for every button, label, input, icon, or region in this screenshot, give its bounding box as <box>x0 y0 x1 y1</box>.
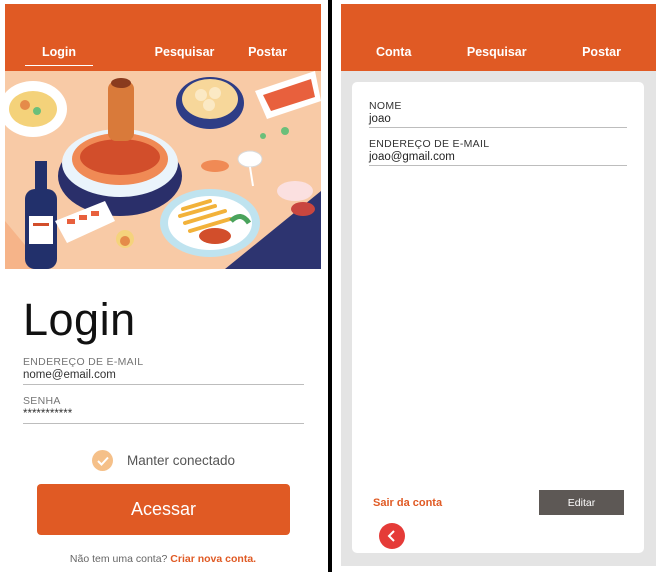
top-navigation: Conta Pesquisar Postar <box>341 4 656 71</box>
chevron-left-icon <box>387 530 395 542</box>
screen-divider <box>328 0 332 572</box>
email-field[interactable]: ENDEREÇO DE E-MAIL nome@email.com <box>23 356 304 385</box>
tab-post[interactable]: Postar <box>582 45 621 59</box>
create-account-link[interactable]: Criar nova conta. <box>170 553 256 565</box>
login-screen: Login Pesquisar Postar Login ENDEREÇO DE… <box>5 4 321 570</box>
tab-login[interactable]: Login <box>25 45 93 66</box>
tab-account[interactable]: Conta <box>376 45 411 59</box>
email-input[interactable]: nome@email.com <box>23 369 304 384</box>
password-input[interactable]: *********** <box>23 408 304 423</box>
remember-label: Manter conectado <box>127 453 236 468</box>
password-label: SENHA <box>23 395 61 407</box>
account-card: NOME joao ENDEREÇO DE E-MAIL joao@gmail.… <box>352 82 644 553</box>
email-input[interactable]: joao@gmail.com <box>369 151 627 165</box>
tab-post[interactable]: Postar <box>248 45 287 59</box>
signup-prompt: Não tem uma conta? Criar nova conta. <box>5 553 321 565</box>
check-icon[interactable] <box>92 450 113 471</box>
password-field[interactable]: SENHA *********** <box>23 395 304 424</box>
login-button[interactable]: Acessar <box>37 484 290 535</box>
name-label: NOME <box>369 100 402 112</box>
top-navigation: Login Pesquisar Postar <box>5 4 321 71</box>
edit-button[interactable]: Editar <box>539 490 624 515</box>
tab-search[interactable]: Pesquisar <box>155 45 215 59</box>
signup-text: Não tem uma conta? <box>69 553 168 565</box>
email-label: ENDEREÇO DE E-MAIL <box>369 138 490 150</box>
name-field[interactable]: NOME joao <box>369 100 627 128</box>
email-label: ENDEREÇO DE E-MAIL <box>23 356 144 368</box>
remember-me[interactable]: Manter conectado <box>92 450 235 471</box>
logout-link[interactable]: Sair da conta <box>373 497 442 509</box>
account-screen: Conta Pesquisar Postar NOME joao ENDEREÇ… <box>341 4 656 566</box>
email-field[interactable]: ENDEREÇO DE E-MAIL joao@gmail.com <box>369 138 627 166</box>
food-illustration <box>5 71 321 269</box>
name-input[interactable]: joao <box>369 113 627 127</box>
page-title: Login <box>23 294 136 345</box>
tab-search[interactable]: Pesquisar <box>467 45 527 59</box>
back-button[interactable] <box>379 523 405 549</box>
